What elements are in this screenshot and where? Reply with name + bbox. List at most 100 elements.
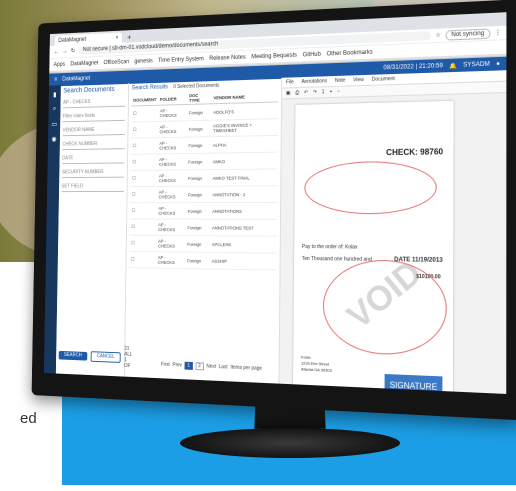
row-checkbox[interactable]: ☐: [130, 121, 158, 139]
new-tab-icon[interactable]: +: [127, 32, 131, 43]
table-row[interactable]: ☐ AP - CHECKS Foreign ANNOTATION - 2: [130, 185, 278, 203]
back-icon[interactable]: ←: [54, 49, 59, 55]
save-icon[interactable]: ▣: [286, 90, 291, 96]
app-logo: DataMagnet: [62, 75, 91, 83]
table-row[interactable]: ☐ AP - CHECKS Foreign AMKO TEST FINAL: [130, 168, 278, 187]
search-icon[interactable]: ⌕: [53, 106, 56, 113]
bookmark-item[interactable]: Meeting Bequests: [251, 52, 297, 60]
user-icon[interactable]: ◉: [51, 135, 56, 143]
row-checkbox[interactable]: ☐: [130, 186, 157, 203]
user-name[interactable]: SYSADM: [463, 61, 490, 68]
page-1-button[interactable]: 1: [184, 361, 193, 370]
bookmark-item[interactable]: Time Entry System: [158, 56, 204, 64]
results-table: DOCUMENT FOLDER DOC TYPE VENDOR NAME ☐ AP…: [129, 89, 279, 271]
cell: ANNOTATIONS: [210, 202, 278, 220]
row-checkbox[interactable]: ☐: [131, 105, 159, 123]
cell: Foreign: [185, 252, 210, 269]
cell: AP - CHECKS: [157, 137, 187, 154]
bookmark-item[interactable]: Apps: [54, 61, 66, 67]
menu-item[interactable]: Annotations: [301, 78, 327, 85]
row-checkbox[interactable]: ☐: [130, 137, 158, 155]
cell: AP - CHECKS: [157, 153, 187, 171]
prev-page-button[interactable]: Prev: [172, 362, 181, 368]
monitor: DataMagnet × + ← → ↻ Not secure | sb-dm-…: [31, 0, 516, 421]
search-button[interactable]: SEARCH: [58, 350, 88, 361]
page-2-button[interactable]: 2: [195, 362, 204, 371]
close-icon[interactable]: ×: [115, 35, 118, 41]
undo-icon[interactable]: ↶: [304, 90, 308, 96]
filter-input[interactable]: Filter index fields: [62, 111, 126, 123]
menu-item[interactable]: File: [286, 79, 294, 85]
cancel-button[interactable]: CANCEL: [90, 350, 121, 363]
next-page-button[interactable]: Next: [206, 364, 216, 370]
items-per-page[interactable]: Items per page: [230, 365, 262, 372]
table-row[interactable]: ☐ AP - CHECKS Foreign APCLERK: [129, 235, 277, 254]
cell: Foreign: [186, 169, 211, 187]
table-row[interactable]: ☐ AP - CHECKS Foreign ANNOTATIONS: [129, 202, 278, 220]
search-buttons: SEARCH CANCEL 21 ALL 1 OF: [58, 343, 133, 369]
cell: ANNOTATIONS TEST: [210, 219, 278, 237]
check-number-field[interactable]: CHECK NUMBER: [62, 139, 125, 151]
search-panel: Search Documents AP - CHECKS Filter inde…: [55, 82, 132, 377]
table-row[interactable]: ☐ AP - CHECKS Foreign ASSHIP: [129, 251, 277, 271]
table-row[interactable]: ☐ AP - CHECKS Foreign ANNOTATIONS TEST: [129, 218, 278, 237]
last-page-button[interactable]: Last: [219, 364, 228, 370]
first-page-button[interactable]: First: [161, 362, 170, 368]
set-field[interactable]: SET FIELD: [61, 182, 125, 193]
row-checkbox[interactable]: ☐: [129, 235, 157, 252]
results-title: Search Results: [131, 84, 168, 92]
row-checkbox[interactable]: ☐: [130, 170, 158, 187]
security-number-field[interactable]: SECURITY NUMBER: [61, 168, 125, 179]
bookmark-item[interactable]: GitHub: [303, 51, 321, 58]
redo-icon[interactable]: ↷: [313, 89, 317, 95]
selected-count: 0 Selected Documents: [173, 82, 220, 91]
folder-icon[interactable]: ▭: [51, 121, 57, 128]
menu-item[interactable]: Document: [372, 76, 395, 83]
table-row[interactable]: ☐ AP - CHECKS Foreign ALPHA: [130, 135, 278, 155]
menu-item[interactable]: Note: [335, 78, 345, 84]
row-checkbox[interactable]: ☐: [129, 202, 157, 220]
documents-icon[interactable]: ▮: [53, 91, 56, 99]
document-viewer: File Annotations Note View Document ▣ ⎙ …: [279, 70, 507, 394]
column-header[interactable]: FOLDER: [158, 92, 188, 106]
bookmark-item[interactable]: genesis: [134, 58, 152, 64]
bookmark-item[interactable]: OfficeScan: [104, 59, 130, 66]
print-icon[interactable]: ⎙: [295, 90, 299, 96]
cell: APCLERK: [209, 235, 277, 254]
cell: ADOLFO'S: [211, 101, 279, 121]
zoom-out-icon[interactable]: −: [337, 89, 340, 95]
cell: ASSHIP: [209, 252, 277, 271]
menu-item[interactable]: View: [353, 77, 364, 83]
column-header[interactable]: DOCUMENT: [131, 93, 159, 106]
page-number-input[interactable]: 1: [322, 89, 325, 95]
cell: AP - CHECKS: [156, 202, 186, 220]
bookmark-item[interactable]: DataMagnet: [70, 60, 98, 67]
bell-icon[interactable]: 🔔: [449, 62, 457, 69]
doc-type-select[interactable]: AP - CHECKS: [63, 97, 126, 109]
cell: AMKO: [210, 152, 278, 170]
cell: Foreign: [185, 219, 211, 236]
row-checkbox[interactable]: ☐: [130, 153, 158, 171]
zoom-in-icon[interactable]: +: [329, 89, 332, 95]
row-checkbox[interactable]: ☐: [129, 218, 157, 236]
main-area: ▮ ⌕ ▭ ◉ Search Documents AP - CHECKS Fil…: [43, 70, 507, 394]
bookmark-item[interactable]: Release Notes: [209, 54, 246, 61]
row-checkbox[interactable]: ☐: [129, 251, 157, 269]
column-header[interactable]: DOC TYPE: [187, 91, 212, 105]
table-row[interactable]: ☐ AP - CHECKS Foreign AMKO: [130, 152, 278, 171]
cell: AGGIE'S INVOICE + TIMESHEET: [211, 118, 279, 137]
hamburger-icon[interactable]: ≡: [54, 77, 57, 83]
date-field[interactable]: DATE: [62, 153, 125, 165]
reload-icon[interactable]: ↻: [71, 48, 75, 55]
bookmark-item[interactable]: Other Bookmarks: [327, 49, 373, 57]
profile-button[interactable]: Not syncing: [445, 27, 491, 41]
pay-to: Pay to the order of: Kolax: [301, 243, 358, 251]
forward-icon[interactable]: →: [62, 48, 67, 54]
cell: Foreign: [186, 153, 212, 170]
avatar-icon[interactable]: ●: [496, 61, 500, 67]
cell: AP - CHECKS: [156, 235, 186, 253]
star-icon[interactable]: ☆: [435, 32, 441, 39]
menu-icon[interactable]: ⋮: [495, 29, 501, 36]
vendor-name-field[interactable]: VENDOR NAME: [62, 125, 125, 137]
document-page: CHECK: 98760 Pay to the order of: Kolax …: [292, 100, 454, 394]
